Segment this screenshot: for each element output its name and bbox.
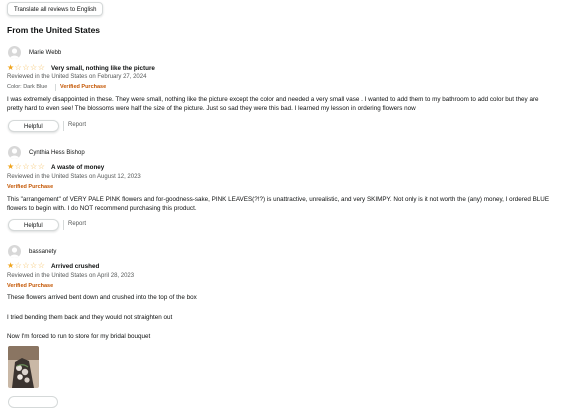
- reviewer-name: bassanety: [29, 249, 57, 255]
- verified-purchase-badge: Verified Purchase: [7, 184, 54, 190]
- star-empty-icon: ☆: [37, 63, 45, 72]
- star-rating[interactable]: ★ ☆ ☆ ☆ ☆: [7, 64, 45, 72]
- star-empty-icon: ☆: [22, 261, 30, 270]
- translate-reviews-button[interactable]: Translate all reviews to English: [7, 2, 104, 16]
- divider: [55, 84, 56, 91]
- star-empty-icon: ☆: [14, 162, 22, 171]
- review-title[interactable]: Arrived crushed: [51, 263, 99, 270]
- star-empty-icon: ☆: [14, 261, 22, 270]
- review-date: Reviewed in the United States on August …: [7, 174, 141, 180]
- review-body: This "arrangement" of VERY PALE PINK flo…: [7, 196, 550, 212]
- review-body: I was extremely disappointed in these. T…: [7, 96, 539, 112]
- star-empty-icon: ☆: [30, 162, 38, 171]
- variant-label[interactable]: Color: Dark Blue: [7, 84, 47, 90]
- reviewer-name: Marie Webb: [29, 50, 62, 56]
- verified-purchase-badge: Verified Purchase: [60, 84, 107, 90]
- star-empty-icon: ☆: [14, 63, 22, 72]
- star-full-icon: ★: [7, 162, 15, 171]
- review-photo-thumbnail[interactable]: [8, 346, 39, 388]
- star-rating[interactable]: ★ ☆ ☆ ☆ ☆: [7, 262, 45, 270]
- avatar-icon: [8, 245, 21, 258]
- review-title[interactable]: A waste of money: [51, 164, 104, 171]
- star-empty-icon: ☆: [30, 261, 38, 270]
- star-full-icon: ★: [7, 63, 15, 72]
- star-full-icon: ★: [7, 261, 15, 270]
- review-date: Reviewed in the United States on April 2…: [7, 273, 135, 279]
- helpful-button-partial[interactable]: [8, 396, 58, 408]
- star-rating[interactable]: ★ ☆ ☆ ☆ ☆: [7, 163, 45, 171]
- reviewer-name: Cynthia Hess Bishop: [29, 150, 85, 156]
- divider: [63, 220, 64, 230]
- avatar-icon: [8, 146, 21, 159]
- review-body-line: These flowers arrived bent down and crus…: [7, 294, 197, 301]
- section-title: From the United States: [7, 25, 101, 35]
- star-empty-icon: ☆: [22, 63, 30, 72]
- review-body-line: I tried bending them back and they would…: [7, 314, 173, 321]
- review-body-line: Now I'm forced to run to store for my br…: [7, 333, 151, 340]
- report-link[interactable]: Report: [68, 122, 86, 128]
- star-empty-icon: ☆: [22, 162, 30, 171]
- review-title[interactable]: Very small, nothing like the picture: [51, 65, 155, 72]
- helpful-button[interactable]: Helpful: [8, 120, 59, 132]
- star-empty-icon: ☆: [37, 261, 45, 270]
- star-empty-icon: ☆: [37, 162, 45, 171]
- helpful-button[interactable]: Helpful: [8, 219, 59, 231]
- verified-purchase-badge: Verified Purchase: [7, 283, 54, 289]
- star-empty-icon: ☆: [30, 63, 38, 72]
- avatar-icon: [8, 46, 21, 59]
- report-link[interactable]: Report: [68, 221, 86, 227]
- divider: [63, 121, 64, 131]
- review-date: Reviewed in the United States on Februar…: [7, 74, 147, 80]
